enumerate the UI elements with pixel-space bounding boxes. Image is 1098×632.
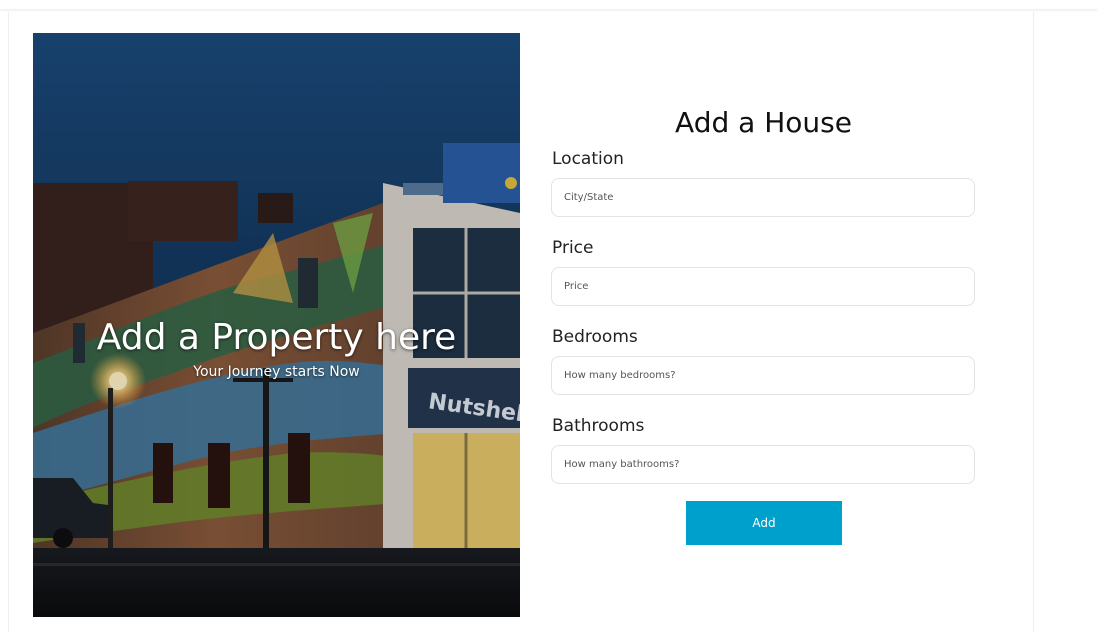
bedrooms-label: Bedrooms <box>552 327 638 347</box>
hero-subtitle: Your Journey starts Now <box>193 364 360 380</box>
location-input[interactable] <box>551 178 975 217</box>
hero-image: Nutshell Add a Property here Your Journe… <box>33 33 520 617</box>
bathrooms-input[interactable] <box>551 445 975 484</box>
price-input[interactable] <box>551 267 975 306</box>
hero-title: Add a Property here <box>96 317 457 358</box>
bedrooms-input[interactable] <box>551 356 975 395</box>
hero-overlay-text: Add a Property here Your Journey starts … <box>33 315 520 381</box>
bathrooms-label: Bathrooms <box>552 416 645 436</box>
top-navbar <box>0 0 1098 9</box>
location-label: Location <box>552 149 624 169</box>
form-title: Add a House <box>675 106 852 139</box>
add-button[interactable]: Add <box>686 501 842 545</box>
price-label: Price <box>552 238 594 258</box>
